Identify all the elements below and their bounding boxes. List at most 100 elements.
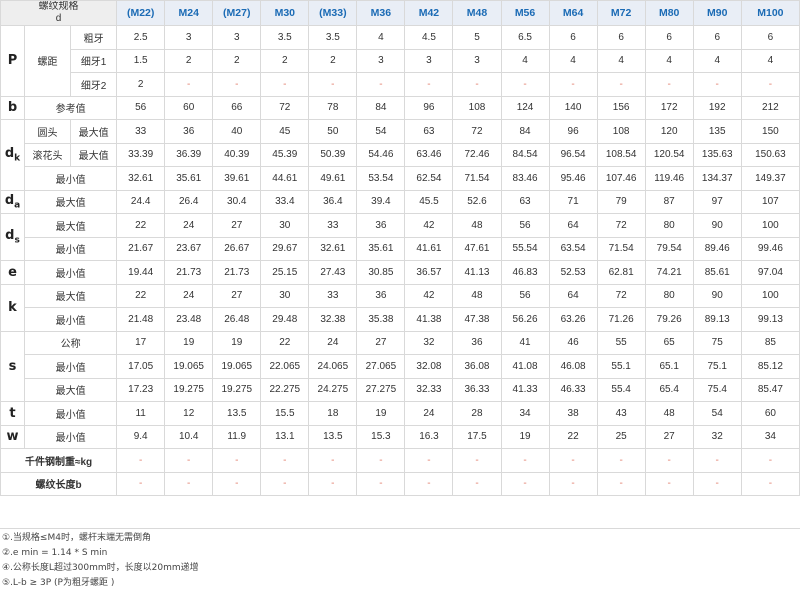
value-cell: - [548, 471, 598, 496]
value-cell: 79.54 [644, 236, 694, 261]
value-cell: 2 [260, 48, 310, 73]
value-cell: - [548, 448, 598, 473]
value-cell: - [260, 471, 310, 496]
symbol-e: e [0, 260, 26, 285]
value-cell: 80 [644, 213, 694, 238]
value-cell: 107.46 [596, 166, 646, 191]
value-cell: 26.48 [212, 307, 262, 332]
value-cell: 36.08 [452, 354, 502, 379]
note-line: ②.e min = 1.14 * S min [2, 548, 108, 558]
row-thread-length: 螺纹长度b -------------- [0, 471, 800, 496]
symbol-da-main: d [4, 192, 15, 208]
value-cell: 2.5 [116, 25, 166, 50]
min-label: 最小值 [24, 236, 118, 261]
value-cell: 65.1 [644, 354, 694, 379]
size-header: M48 [452, 0, 502, 26]
value-cell: - [692, 448, 742, 473]
value-cell: 64 [548, 213, 598, 238]
value-cell: 30.85 [356, 260, 406, 285]
max-label: 最大值 [24, 283, 118, 308]
symbol-ds-sub: s [14, 235, 20, 246]
row-weight: 千件钢制重≈kg -------------- [0, 448, 800, 473]
value-cell: 46.33 [548, 377, 598, 402]
value-cell: - [500, 72, 550, 97]
max-label: 最大值 [24, 189, 118, 214]
value-cell: 6 [692, 25, 742, 50]
value-cell: - [740, 448, 800, 473]
value-cell: - [452, 448, 502, 473]
value-cell: 54 [356, 119, 406, 144]
value-cell: 71.54 [596, 236, 646, 261]
value-cell: 36 [356, 213, 406, 238]
thread-spec-header: 螺纹规格 d [0, 0, 118, 26]
header-row: 螺纹规格 d (M22) M24 (M27) M30 (M33) M36 M42 … [0, 0, 800, 26]
value-cell: 54 [692, 401, 742, 426]
min-label: 最小值 [24, 401, 118, 426]
value-cell: - [164, 72, 214, 97]
value-cell: 3.5 [260, 25, 310, 50]
value-cell: 15.5 [260, 401, 310, 426]
reference-label: 参考值 [24, 95, 118, 120]
value-cell: - [644, 448, 694, 473]
value-cell: 32.38 [308, 307, 358, 332]
value-cell: 64 [548, 283, 598, 308]
value-cell: 24.275 [308, 377, 358, 402]
value-cell: 36.39 [164, 142, 214, 167]
size-header: M30 [260, 0, 310, 26]
value-cell: 108 [596, 119, 646, 144]
value-cell: 36 [356, 283, 406, 308]
value-cell: 100 [740, 213, 800, 238]
value-cell: 140 [548, 95, 598, 120]
value-cell: 84 [500, 119, 550, 144]
value-cell: 72 [596, 213, 646, 238]
value-cell: 30 [260, 213, 310, 238]
value-cell: 17.23 [116, 377, 166, 402]
value-cell: 44.61 [260, 166, 310, 191]
symbol-dk: dk [0, 119, 26, 191]
value-cell: 27 [212, 283, 262, 308]
value-cell: 45.5 [404, 189, 454, 214]
value-cell: 24 [404, 401, 454, 426]
value-cell: 33 [308, 283, 358, 308]
weight-label: 千件钢制重≈kg [0, 448, 118, 473]
size-header: (M27) [212, 0, 262, 26]
value-cell: 21.73 [212, 260, 262, 285]
value-cell: 17.5 [452, 424, 502, 449]
value-cell: - [740, 72, 800, 97]
value-cell: 35.61 [164, 166, 214, 191]
value-cell: 6 [548, 25, 598, 50]
value-cell: 41.38 [404, 307, 454, 332]
value-cell: - [404, 448, 454, 473]
value-cell: - [404, 471, 454, 496]
value-cell: 39.61 [212, 166, 262, 191]
thread-length-label: 螺纹长度b [0, 471, 118, 496]
nominal-label: 公称 [24, 330, 118, 355]
value-cell: 63.46 [404, 142, 454, 167]
value-cell: 25.15 [260, 260, 310, 285]
value-cell: 79.26 [644, 307, 694, 332]
value-cell: - [212, 471, 262, 496]
min-label: 最小值 [24, 166, 118, 191]
value-cell: 49.61 [308, 166, 358, 191]
value-cell: 55.4 [596, 377, 646, 402]
row-s-nom: s 公称 17 19 19 22 24 27 32 36 41 46 55 65 75 85 [0, 330, 800, 402]
value-cell: 96 [548, 119, 598, 144]
min-label: 最小值 [24, 307, 118, 332]
value-cell: 63 [404, 119, 454, 144]
size-header: M90 [692, 0, 742, 26]
value-cell: 156 [596, 95, 646, 120]
value-cell: 28 [452, 401, 502, 426]
max-label: 最大值 [70, 119, 118, 144]
value-cell: 15.3 [356, 424, 406, 449]
value-cell: 33 [308, 213, 358, 238]
size-header: M80 [644, 0, 694, 26]
value-cell: 13.5 [308, 424, 358, 449]
value-cell: 23.48 [164, 307, 214, 332]
value-cell: 60 [164, 95, 214, 120]
value-cell: - [596, 448, 646, 473]
thread-spec-label: 螺纹规格 [38, 1, 79, 13]
value-cell: 79 [596, 189, 646, 214]
value-cell: 71.54 [452, 166, 502, 191]
value-cell: - [596, 471, 646, 496]
symbol-s: s [0, 330, 26, 402]
